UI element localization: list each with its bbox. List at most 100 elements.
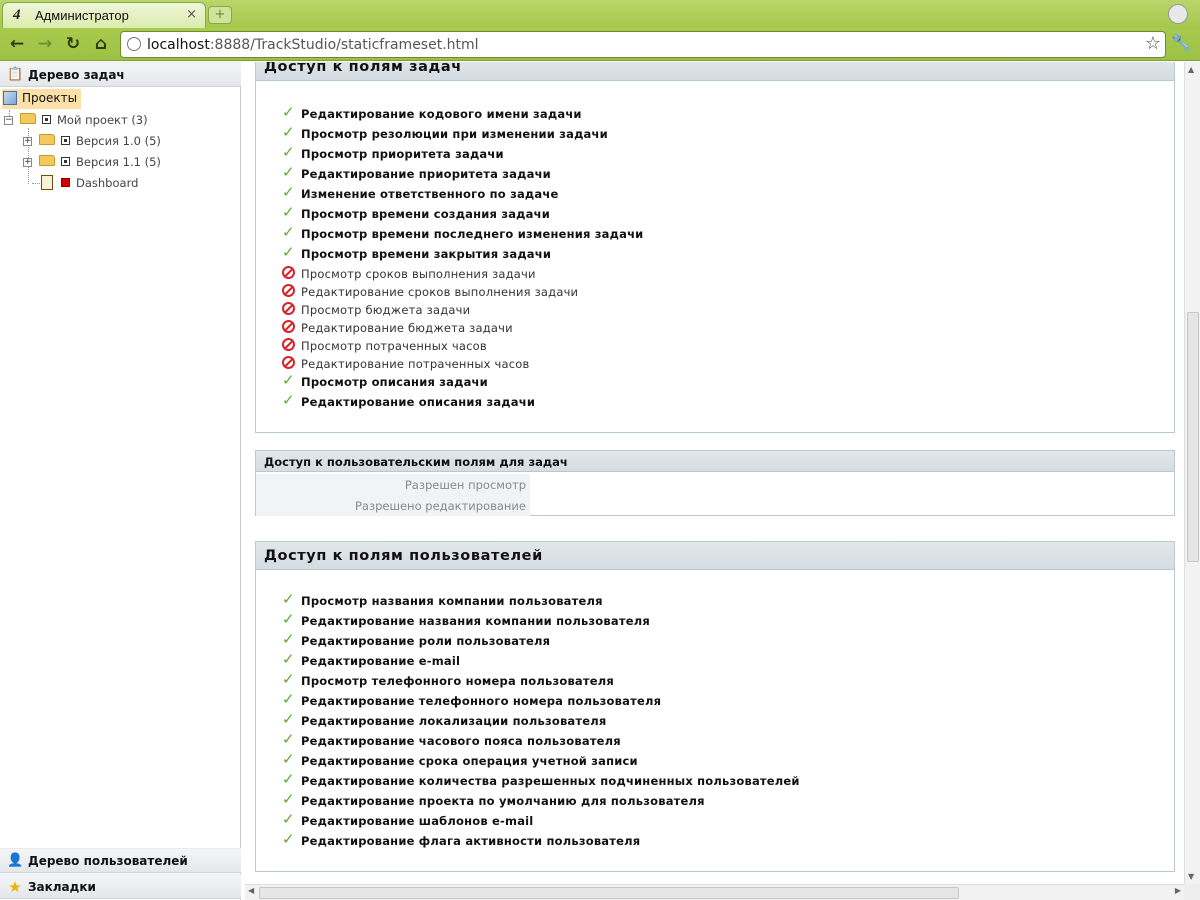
denied-icon	[282, 355, 296, 369]
permission-label: Просмотр телефонного номера пользователя	[301, 674, 614, 688]
allowed-check-icon: ✓	[282, 770, 295, 788]
left-navigation-panel: 📋 Дерево задач Проекты − Мой проект (3) …	[0, 62, 241, 900]
permission-label: Редактирование приоритета задачи	[301, 167, 551, 181]
home-icon[interactable]: ⌂	[90, 33, 112, 55]
task-tree-header[interactable]: 📋 Дерево задач	[0, 62, 241, 87]
scroll-right-arrow-icon[interactable]: ▶	[1175, 886, 1181, 895]
custom-fields-section: Доступ к пользовательским полям для зада…	[255, 450, 1175, 516]
permission-label: Просмотр названия компании пользователя	[301, 594, 603, 608]
allowed-check-icon: ✓	[282, 810, 295, 828]
scrollbar-corner	[1184, 884, 1200, 900]
allowed-check-icon: ✓	[282, 163, 295, 181]
permission-label: Редактирование роли пользователя	[301, 634, 551, 648]
tab-close-icon[interactable]: ×	[186, 7, 197, 22]
star-icon: ★	[8, 878, 22, 896]
permission-label: Просмотр резолюции при изменении задачи	[301, 127, 608, 141]
horizontal-scrollbar[interactable]: ◀ ▶	[245, 884, 1184, 900]
permission-label: Редактирование кодового имени задачи	[301, 107, 582, 121]
permission-label: Редактирование часового пояса пользовате…	[301, 734, 621, 748]
permission-label: Редактирование бюджета задачи	[301, 321, 513, 335]
user-tree-icon: 👤	[7, 853, 24, 868]
expand-toggle-icon[interactable]: +	[23, 158, 32, 167]
allowed-check-icon: ✓	[282, 143, 295, 161]
permission-label: Редактирование локализации пользователя	[301, 714, 607, 728]
allowed-check-icon: ✓	[282, 650, 295, 668]
tree-node-label: Dashboard	[76, 176, 139, 190]
expand-toggle-icon[interactable]: +	[23, 137, 32, 146]
scroll-down-arrow-icon[interactable]: ▼	[1188, 872, 1194, 881]
browser-tabstrip: 4 Администратор × +	[0, 0, 1200, 28]
tree-node-label: Версия 1.1 (5)	[76, 155, 161, 169]
allowed-check-icon: ✓	[282, 710, 295, 728]
address-url[interactable]: localhost:8888/TrackStudio/staticframese…	[147, 37, 479, 53]
tree-node-project[interactable]: − Мой проект (3)	[4, 112, 234, 130]
clipboard-icon	[41, 175, 53, 190]
scrollbar-thumb[interactable]	[259, 887, 959, 899]
permission-label: Редактирование потраченных часов	[301, 357, 530, 371]
allowed-check-icon: ✓	[282, 123, 295, 141]
allowed-check-icon: ✓	[282, 830, 295, 848]
tree-node-version-1-0[interactable]: + Версия 1.0 (5)	[23, 133, 238, 151]
bookmark-star-icon[interactable]: ☆	[1145, 33, 1161, 54]
red-status-icon	[61, 178, 70, 187]
allowed-check-icon: ✓	[282, 790, 295, 808]
allowed-check-icon: ✓	[282, 391, 295, 409]
section-title: Доступ к пользовательским полям для зада…	[256, 451, 1174, 472]
address-bar[interactable]: localhost:8888/TrackStudio/staticframese…	[120, 31, 1166, 58]
bookmarks-title: Закладки	[28, 880, 96, 894]
section-title: Доступ к полям пользователей	[256, 542, 1174, 570]
folder-icon	[39, 155, 55, 166]
permission-label: Редактирование количества разрешенных по…	[301, 774, 800, 788]
permission-label: Редактирование срока операция учетной за…	[301, 754, 638, 768]
reload-icon[interactable]: ↻	[62, 33, 84, 55]
forward-arrow-icon[interactable]: →	[34, 33, 56, 55]
permission-label: Просмотр потраченных часов	[301, 339, 487, 353]
permission-label: Просмотр времени закрытия задачи	[301, 247, 552, 261]
new-tab-button[interactable]: +	[208, 6, 232, 24]
allowed-check-icon: ✓	[282, 243, 295, 261]
tree-node-version-1-1[interactable]: + Версия 1.1 (5)	[23, 154, 238, 172]
allowed-check-icon: ✓	[282, 610, 295, 628]
permission-label: Просмотр приоритета задачи	[301, 147, 504, 161]
tree-node-dashboard[interactable]: Dashboard	[23, 175, 238, 193]
permission-label: Просмотр времени создания задачи	[301, 207, 550, 221]
allowed-check-icon: ✓	[282, 223, 295, 241]
user-tree-header[interactable]: 👤 Дерево пользователей	[0, 848, 241, 873]
section-title: Доступ к полям задач	[256, 62, 1174, 81]
allowed-check-icon: ✓	[282, 103, 295, 121]
tab-title: Администратор	[35, 8, 129, 23]
folder-open-icon	[20, 113, 36, 124]
scrollbar-thumb[interactable]	[1187, 312, 1199, 562]
permission-label: Редактирование названия компании пользов…	[301, 614, 650, 628]
checkbox-icon[interactable]	[61, 157, 70, 166]
back-arrow-icon[interactable]: ←	[6, 33, 28, 55]
permission-label: Редактирование описания задачи	[301, 395, 536, 409]
tree-node-label: Версия 1.0 (5)	[76, 134, 161, 148]
trackstudio-favicon-icon: 4	[13, 7, 21, 23]
collapse-toggle-icon[interactable]: −	[4, 116, 13, 125]
permission-label: Редактирование телефонного номера пользо…	[301, 694, 662, 708]
wrench-menu-icon[interactable]: 🔧	[1171, 33, 1192, 53]
task-tree-title: Дерево задач	[28, 68, 125, 82]
checkbox-icon[interactable]	[42, 115, 51, 124]
permission-label: Просмотр времени последнего изменения за…	[301, 227, 644, 241]
allowed-check-icon: ✓	[282, 371, 295, 389]
denied-icon	[282, 301, 296, 315]
browser-tab[interactable]: 4 Администратор ×	[2, 2, 206, 28]
allowed-check-icon: ✓	[282, 690, 295, 708]
allowed-check-icon: ✓	[282, 630, 295, 648]
custom-fields-edit-label: Разрешено редактирование	[256, 495, 530, 516]
permission-label: Просмотр бюджета задачи	[301, 303, 471, 317]
permission-label: Редактирование шаблонов e-mail	[301, 814, 534, 828]
denied-icon	[282, 319, 296, 333]
scroll-left-arrow-icon[interactable]: ◀	[248, 886, 254, 895]
permission-label: Просмотр сроков выполнения задачи	[301, 267, 536, 281]
tree-node-label: Мой проект (3)	[57, 113, 148, 127]
task-fields-section: Доступ к полям задач ✓ Редактирование код…	[255, 62, 1175, 433]
allowed-check-icon: ✓	[282, 750, 295, 768]
checkbox-icon[interactable]	[61, 136, 70, 145]
scroll-up-arrow-icon[interactable]: ▲	[1188, 65, 1194, 74]
bookmarks-header[interactable]: ★ Закладки	[0, 874, 241, 899]
folder-icon	[39, 134, 55, 145]
vertical-scrollbar[interactable]: ▲ ▼	[1184, 62, 1200, 884]
